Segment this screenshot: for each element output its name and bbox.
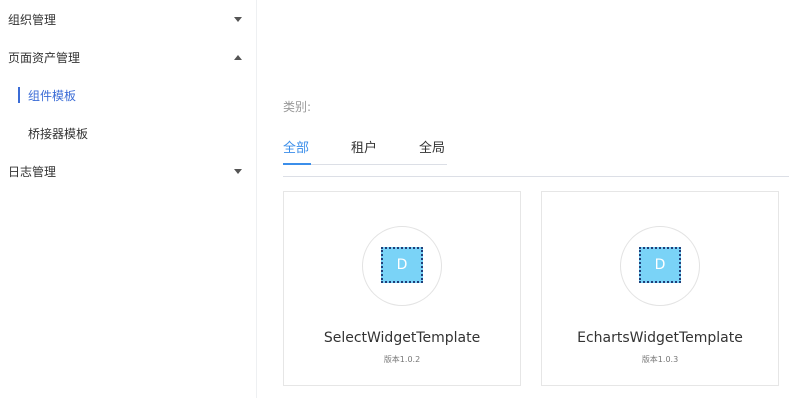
template-logo-frame: D xyxy=(620,226,700,306)
sidebar-item-label: 桥接器模板 xyxy=(28,126,89,141)
template-logo-frame: D xyxy=(362,226,442,306)
template-name: EchartsWidgetTemplate xyxy=(577,330,743,346)
tab-tenant[interactable]: 租户 xyxy=(351,137,377,156)
tab-all[interactable]: 全部 xyxy=(283,137,309,156)
category-label: 类别: xyxy=(283,100,312,114)
sidebar-item-page-assets[interactable]: 页面资产管理 xyxy=(0,38,257,76)
template-card[interactable]: D EchartsWidgetTemplate 版本1.0.3 xyxy=(541,191,779,386)
tab-global[interactable]: 全局 xyxy=(419,137,445,156)
sidebar: 组织管理 页面资产管理 组件模板 桥接器模板 日志管理 xyxy=(0,0,257,398)
divider xyxy=(283,176,789,177)
sidebar-item-label: 组织管理 xyxy=(8,12,57,27)
logo-letter: D xyxy=(654,257,666,273)
chevron-down-icon xyxy=(234,17,242,22)
active-tab-indicator xyxy=(283,163,311,165)
sidebar-item-label: 日志管理 xyxy=(8,164,57,179)
chevron-up-icon xyxy=(234,55,242,60)
sidebar-item-log-management[interactable]: 日志管理 xyxy=(0,152,257,190)
active-indicator xyxy=(18,87,20,103)
logo-letter: D xyxy=(396,257,408,273)
sidebar-item-widget-templates[interactable]: 组件模板 xyxy=(0,76,257,114)
template-card[interactable]: D SelectWidgetTemplate 版本1.0.2 xyxy=(283,191,521,386)
widget-template-icon: D xyxy=(639,247,681,283)
sidebar-item-label: 组件模板 xyxy=(28,88,77,103)
sidebar-item-bridge-templates[interactable]: 桥接器模板 xyxy=(0,114,257,152)
chevron-down-icon xyxy=(234,169,242,174)
category-tabs: 全部 租户 全局 xyxy=(283,134,447,165)
template-version: 版本1.0.3 xyxy=(641,355,679,364)
template-name: SelectWidgetTemplate xyxy=(323,330,481,346)
template-version: 版本1.0.2 xyxy=(383,355,421,364)
sidebar-item-org-management[interactable]: 组织管理 xyxy=(0,0,257,38)
widget-template-icon: D xyxy=(381,247,423,283)
sidebar-item-label: 页面资产管理 xyxy=(8,50,81,65)
